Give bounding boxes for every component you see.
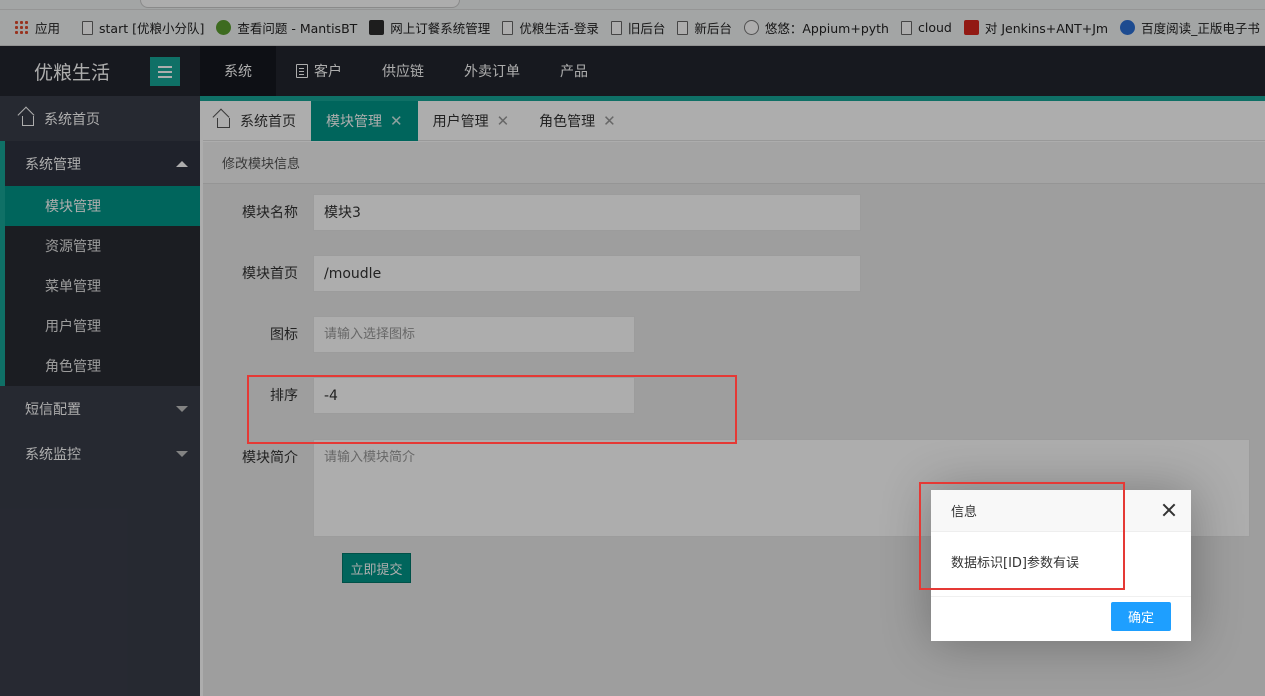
paw-icon (1120, 20, 1136, 35)
sidebar: 系统首页 系统管理 模块管理 资源管理 菜单管理 用户管理 角色管理 短信配置 … (0, 96, 200, 696)
tab-role-management[interactable]: 角色管理 ✕ (524, 101, 631, 141)
sidebar-submenu: 模块管理 资源管理 菜单管理 用户管理 角色管理 (0, 186, 200, 386)
page-title: 修改模块信息 (203, 142, 1265, 184)
dialog-footer: 确定 (931, 596, 1191, 641)
sidebar-item-role-management[interactable]: 角色管理 (5, 346, 200, 386)
ok-button[interactable]: 确定 (1111, 602, 1171, 631)
bookmark-apps[interactable]: 应用 (14, 18, 60, 37)
bookmark-cloud[interactable]: cloud (900, 20, 952, 35)
sidebar-group-sms-config[interactable]: 短信配置 (0, 386, 200, 431)
menu-toggle-icon[interactable] (150, 57, 180, 86)
bar-icon (369, 20, 385, 35)
close-icon[interactable]: ✕ (390, 112, 403, 130)
page-icon (502, 20, 514, 35)
home-icon (22, 115, 34, 126)
top-nav: 系统 客户 供应链 外卖订单 产品 (200, 46, 608, 96)
page-icon (900, 20, 912, 35)
bookmark-appium[interactable]: 悠悠：Appium+pyth (743, 18, 889, 37)
top-navbar: 优粮生活 系统 客户 供应链 外卖订单 产品 (0, 46, 1265, 96)
bookmark-mantis[interactable]: 查看问题 - MantisBT (216, 18, 357, 37)
red-c-icon (963, 20, 979, 35)
form-row-home: 模块首页 /moudle (203, 255, 861, 293)
tab-user-management[interactable]: 用户管理 ✕ (418, 101, 525, 141)
bookmark-jenkins[interactable]: 对 Jenkins+ANT+Jm (963, 18, 1108, 37)
bug-icon (743, 20, 759, 35)
dialog-message: 数据标识[ID]参数有误 (951, 556, 1079, 571)
submit-button[interactable]: 立即提交 (342, 553, 411, 583)
module-home-input[interactable]: /moudle (313, 255, 861, 292)
page-icon (610, 20, 622, 35)
info-dialog: 信息 数据标识[ID]参数有误 确定 (931, 490, 1191, 641)
apps-icon (14, 20, 29, 35)
bookmarks-bar: 应用 start [优粮小分队] 查看问题 - MantisBT 网上订餐系统管… (0, 10, 1265, 46)
form-row-name: 模块名称 模块3 (203, 194, 861, 232)
bookmark-old-admin[interactable]: 旧后台 (610, 18, 665, 37)
sidebar-group-system-monitor[interactable]: 系统监控 (0, 431, 200, 476)
close-icon[interactable] (1161, 502, 1177, 518)
bookmark-baidu-read[interactable]: 百度阅读_正版电子书 (1120, 18, 1260, 37)
close-icon[interactable]: ✕ (497, 112, 510, 130)
sort-input[interactable]: -4 (313, 377, 635, 414)
bookmark-order-system[interactable]: 网上订餐系统管理 (369, 18, 490, 37)
page-icon (677, 20, 689, 35)
bookmark-login[interactable]: 优粮生活-登录 (502, 18, 599, 37)
dialog-title: 信息 (931, 490, 1191, 532)
caret-down-icon (176, 450, 188, 457)
caret-down-icon (176, 405, 188, 412)
form-row-sort: 排序 -4 (203, 377, 635, 415)
icon-label: 图标 (270, 327, 298, 343)
tab-home[interactable]: 系统首页 (203, 101, 311, 141)
home-icon (217, 118, 230, 128)
topnav-products[interactable]: 产品 (540, 46, 608, 96)
module-name-input[interactable]: 模块3 (313, 194, 861, 231)
clipboard-icon (296, 64, 308, 78)
mantis-icon (216, 20, 232, 35)
sidebar-item-resource-management[interactable]: 资源管理 (5, 226, 200, 266)
bookmark-start[interactable]: start [优粮小分队] (82, 18, 204, 37)
topnav-customer[interactable]: 客户 (276, 46, 362, 96)
icon-input[interactable]: 请输入选择图标 (313, 316, 635, 353)
tab-module-management[interactable]: 模块管理 ✕ (311, 101, 418, 141)
tab-bar: 系统首页 模块管理 ✕ 用户管理 ✕ 角色管理 ✕ (203, 101, 1265, 141)
caret-up-icon (176, 160, 188, 167)
form-row-icon: 图标 请输入选择图标 (203, 316, 635, 354)
sidebar-item-home[interactable]: 系统首页 (0, 96, 200, 141)
module-home-label: 模块首页 (242, 266, 298, 282)
module-name-label: 模块名称 (242, 205, 298, 221)
topnav-takeout-orders[interactable]: 外卖订单 (444, 46, 540, 96)
description-label: 模块简介 (242, 450, 298, 466)
topnav-supply-chain[interactable]: 供应链 (362, 46, 444, 96)
address-bar[interactable] (140, 0, 460, 8)
sidebar-group-system-management[interactable]: 系统管理 (0, 141, 200, 186)
sidebar-item-user-management[interactable]: 用户管理 (5, 306, 200, 346)
sort-label: 排序 (270, 388, 298, 404)
start-icon (82, 20, 94, 35)
sidebar-item-module-management[interactable]: 模块管理 (5, 186, 200, 226)
browser-address-strip (0, 0, 1265, 10)
sidebar-item-menu-management[interactable]: 菜单管理 (5, 266, 200, 306)
close-icon[interactable]: ✕ (603, 112, 616, 130)
topnav-system[interactable]: 系统 (200, 46, 276, 96)
bookmark-new-admin[interactable]: 新后台 (677, 18, 732, 37)
